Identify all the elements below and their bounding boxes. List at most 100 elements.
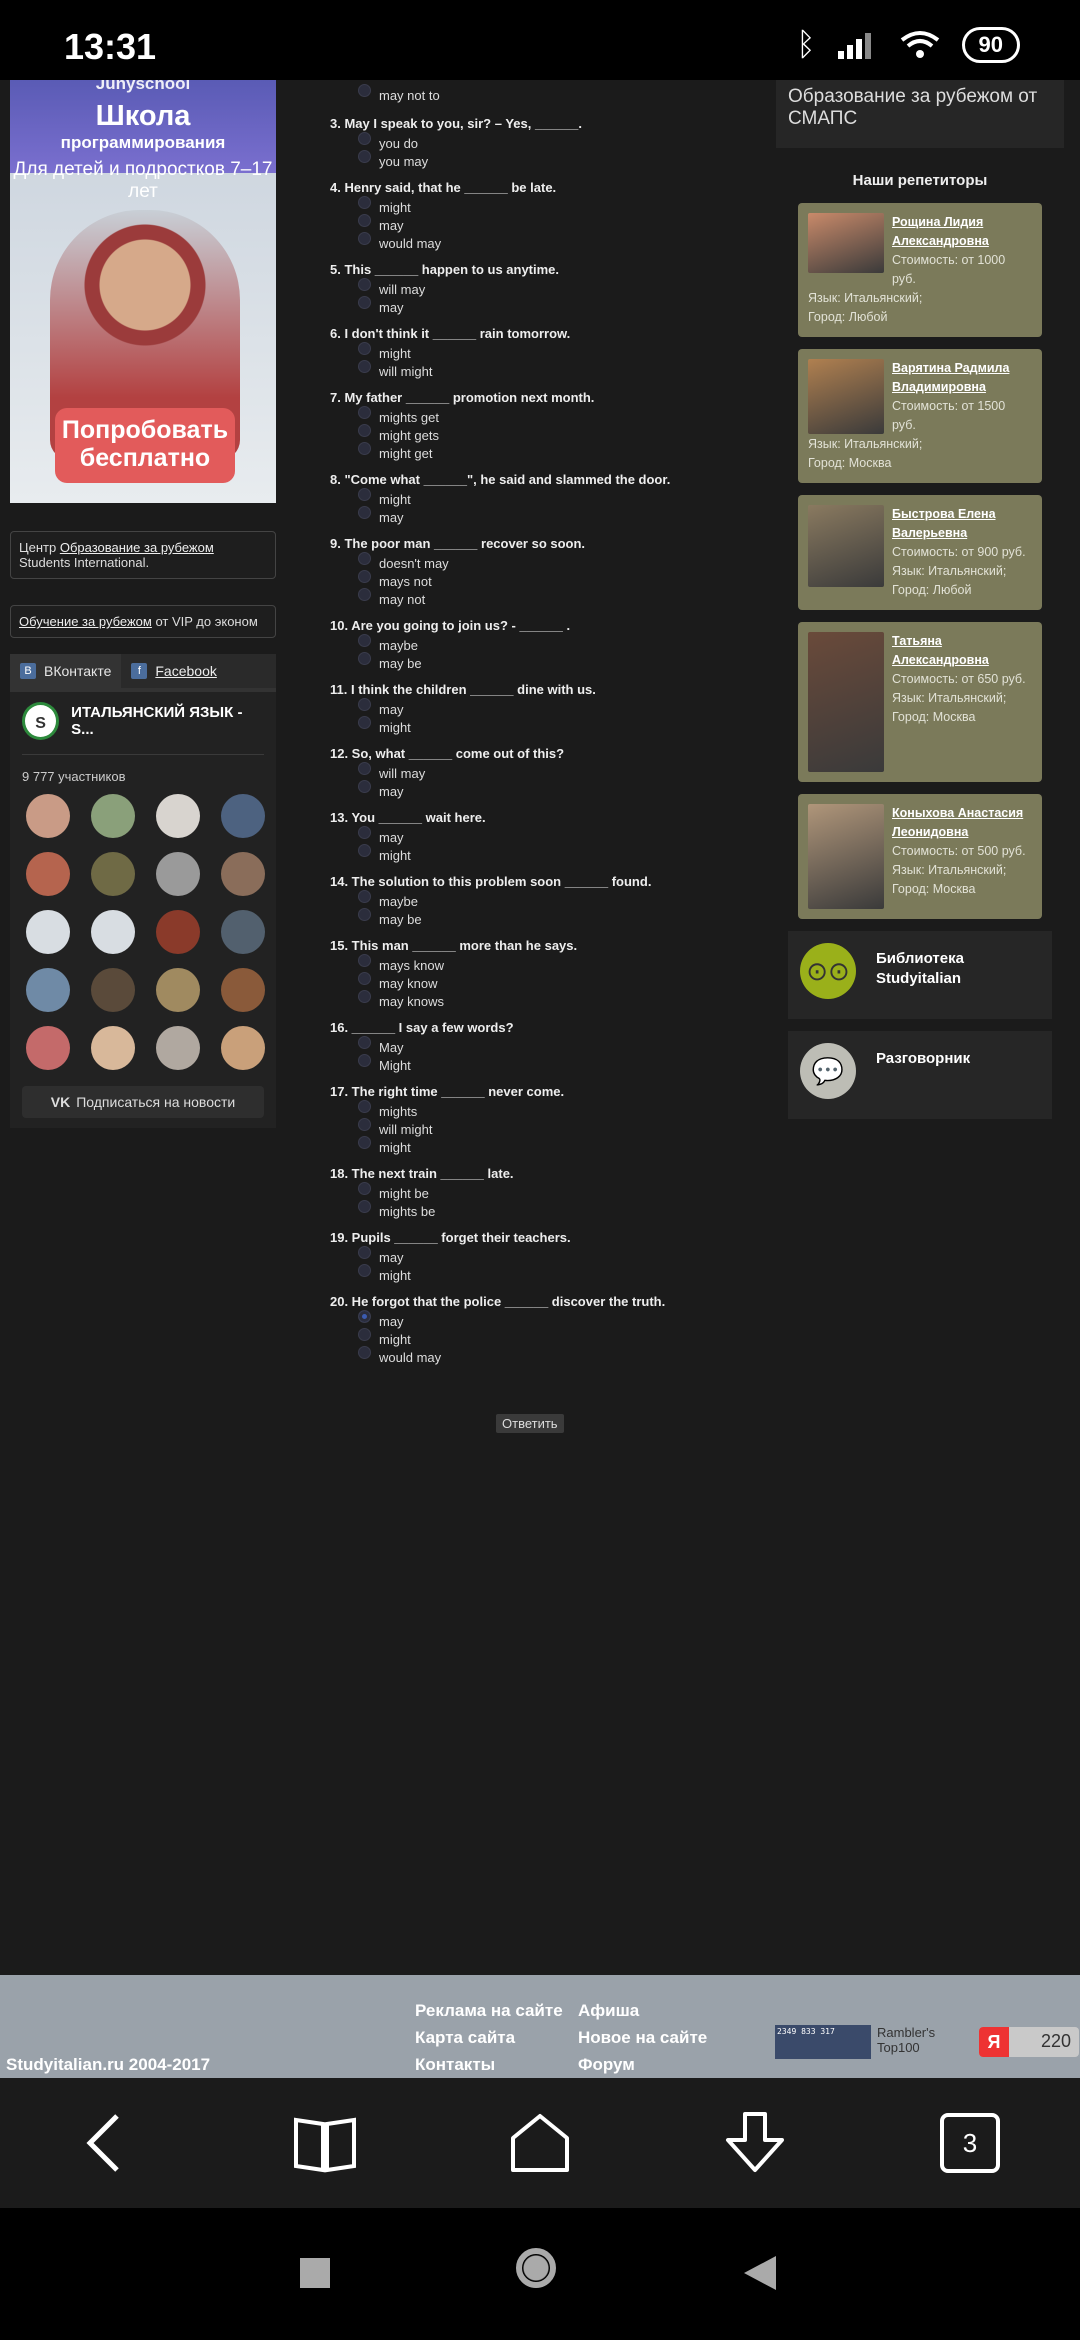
radio-button[interactable] bbox=[358, 989, 371, 1003]
radio-button[interactable] bbox=[358, 441, 371, 455]
radio-button[interactable] bbox=[358, 825, 371, 839]
radio-button[interactable] bbox=[358, 1035, 371, 1049]
quiz-option[interactable]: May bbox=[358, 1035, 750, 1056]
quiz-option[interactable]: might bbox=[358, 1263, 750, 1284]
radio-button[interactable] bbox=[358, 131, 371, 145]
smaps-link[interactable]: Образование за рубежом от СМАПС bbox=[788, 86, 1037, 129]
quiz-option[interactable]: mays know bbox=[358, 953, 750, 974]
footer-link[interactable]: Контакты bbox=[415, 2051, 563, 2078]
avatar[interactable] bbox=[26, 1026, 70, 1070]
radio-button[interactable] bbox=[358, 1345, 371, 1359]
radio-button[interactable] bbox=[358, 953, 371, 967]
bookmarks-icon[interactable] bbox=[290, 2108, 360, 2178]
radio-button[interactable] bbox=[358, 1135, 371, 1149]
study-abroad-link[interactable]: Образование за рубежом bbox=[60, 540, 214, 555]
quiz-option[interactable]: may bbox=[358, 1245, 750, 1266]
footer-link[interactable]: Реклама на сайте bbox=[415, 1997, 563, 2024]
radio-button[interactable] bbox=[358, 1181, 371, 1195]
quiz-option[interactable]: may bbox=[358, 697, 750, 718]
quiz-option[interactable]: might bbox=[358, 1135, 750, 1156]
tab-vkontakte[interactable]: В ВКонтакте bbox=[10, 654, 122, 688]
radio-button[interactable] bbox=[358, 569, 371, 583]
radio-button[interactable] bbox=[358, 779, 371, 793]
quiz-option[interactable]: would may bbox=[358, 1345, 750, 1366]
radio-button[interactable] bbox=[358, 359, 371, 373]
quiz-option[interactable]: may not bbox=[358, 587, 750, 608]
radio-button[interactable] bbox=[358, 277, 371, 291]
radio-button[interactable] bbox=[358, 587, 371, 601]
radio-button[interactable] bbox=[358, 83, 371, 97]
yandex-counter[interactable]: Я 220 bbox=[979, 2027, 1079, 2057]
avatar[interactable] bbox=[26, 910, 70, 954]
radio-button[interactable] bbox=[358, 889, 371, 903]
quiz-option[interactable]: may knows bbox=[358, 989, 750, 1010]
quiz-option[interactable]: doesn't may bbox=[358, 551, 750, 572]
quiz-option[interactable]: might gets bbox=[358, 423, 750, 444]
radio-button[interactable] bbox=[358, 195, 371, 209]
tutor-photo[interactable] bbox=[808, 804, 884, 909]
subscribe-button[interactable]: VK Подписаться на новости bbox=[22, 1086, 264, 1118]
radio-button[interactable] bbox=[358, 213, 371, 227]
quiz-option[interactable]: may be bbox=[358, 907, 750, 928]
library-section[interactable]: ⊙⊙ Библиотека Studyitalian bbox=[788, 931, 1052, 1019]
tabs-button[interactable]: 3 bbox=[940, 2113, 1000, 2173]
quiz-option[interactable]: may bbox=[358, 295, 750, 316]
home-button[interactable] bbox=[516, 2248, 556, 2288]
quiz-option[interactable]: may bbox=[358, 505, 750, 526]
quiz-option[interactable]: might bbox=[358, 715, 750, 736]
quiz-option[interactable]: Might bbox=[358, 1053, 750, 1074]
quiz-option[interactable]: would may bbox=[358, 231, 750, 252]
quiz-option[interactable]: may not to bbox=[358, 83, 750, 104]
radio-button[interactable] bbox=[358, 715, 371, 729]
quiz-option[interactable]: may bbox=[358, 779, 750, 800]
quiz-option[interactable]: may bbox=[358, 1309, 750, 1330]
radio-button[interactable] bbox=[358, 1263, 371, 1277]
radio-button[interactable] bbox=[358, 487, 371, 501]
back-icon[interactable] bbox=[72, 2108, 142, 2178]
avatar[interactable] bbox=[221, 794, 265, 838]
quiz-option[interactable]: mights get bbox=[358, 405, 750, 426]
quiz-option[interactable]: mights bbox=[358, 1099, 750, 1120]
avatar[interactable] bbox=[91, 852, 135, 896]
radio-button[interactable] bbox=[358, 1327, 371, 1341]
quiz-option[interactable]: mights be bbox=[358, 1199, 750, 1220]
quiz-option[interactable]: will may bbox=[358, 277, 750, 298]
avatar[interactable] bbox=[91, 794, 135, 838]
avatar[interactable] bbox=[91, 968, 135, 1012]
radio-button[interactable] bbox=[358, 1117, 371, 1131]
avatar[interactable] bbox=[156, 1026, 200, 1070]
ad-banner[interactable]: Junyschool Школа программирования Для де… bbox=[10, 80, 276, 503]
download-icon[interactable] bbox=[720, 2108, 790, 2178]
back-button[interactable] bbox=[742, 2254, 778, 2292]
quiz-option[interactable]: you may bbox=[358, 149, 750, 170]
avatar[interactable] bbox=[156, 794, 200, 838]
quiz-option[interactable]: maybe bbox=[358, 889, 750, 910]
radio-button[interactable] bbox=[358, 697, 371, 711]
abroad-education-link[interactable]: Обучение за рубежом bbox=[19, 614, 152, 629]
quiz-option[interactable]: you do bbox=[358, 131, 750, 152]
radio-button[interactable] bbox=[358, 1099, 371, 1113]
radio-button[interactable] bbox=[358, 633, 371, 647]
tutor-photo[interactable] bbox=[808, 632, 884, 772]
quiz-option[interactable]: might bbox=[358, 341, 750, 362]
radio-button[interactable] bbox=[358, 423, 371, 437]
avatar[interactable] bbox=[156, 968, 200, 1012]
avatar[interactable] bbox=[156, 910, 200, 954]
radio-button[interactable] bbox=[358, 1245, 371, 1259]
liveinternet-counter[interactable]: 2349 833 317 bbox=[775, 2025, 871, 2059]
footer-link[interactable]: Афиша bbox=[578, 1997, 707, 2024]
quiz-option[interactable]: may be bbox=[358, 651, 750, 672]
radio-button[interactable] bbox=[358, 231, 371, 245]
submit-button[interactable]: Ответить bbox=[496, 1414, 564, 1433]
avatar[interactable] bbox=[221, 1026, 265, 1070]
tab-facebook[interactable]: f Facebook bbox=[121, 654, 226, 688]
radio-button[interactable] bbox=[358, 1053, 371, 1067]
radio-button[interactable] bbox=[358, 341, 371, 355]
radio-button[interactable] bbox=[358, 551, 371, 565]
radio-button[interactable] bbox=[358, 149, 371, 163]
quiz-option[interactable]: might bbox=[358, 843, 750, 864]
quiz-option[interactable]: will may bbox=[358, 761, 750, 782]
phrasebook-section[interactable]: 💬 Разговорник bbox=[788, 1031, 1052, 1119]
ad-try-button[interactable]: Попробовать бесплатно bbox=[55, 408, 235, 483]
avatar[interactable] bbox=[221, 910, 265, 954]
